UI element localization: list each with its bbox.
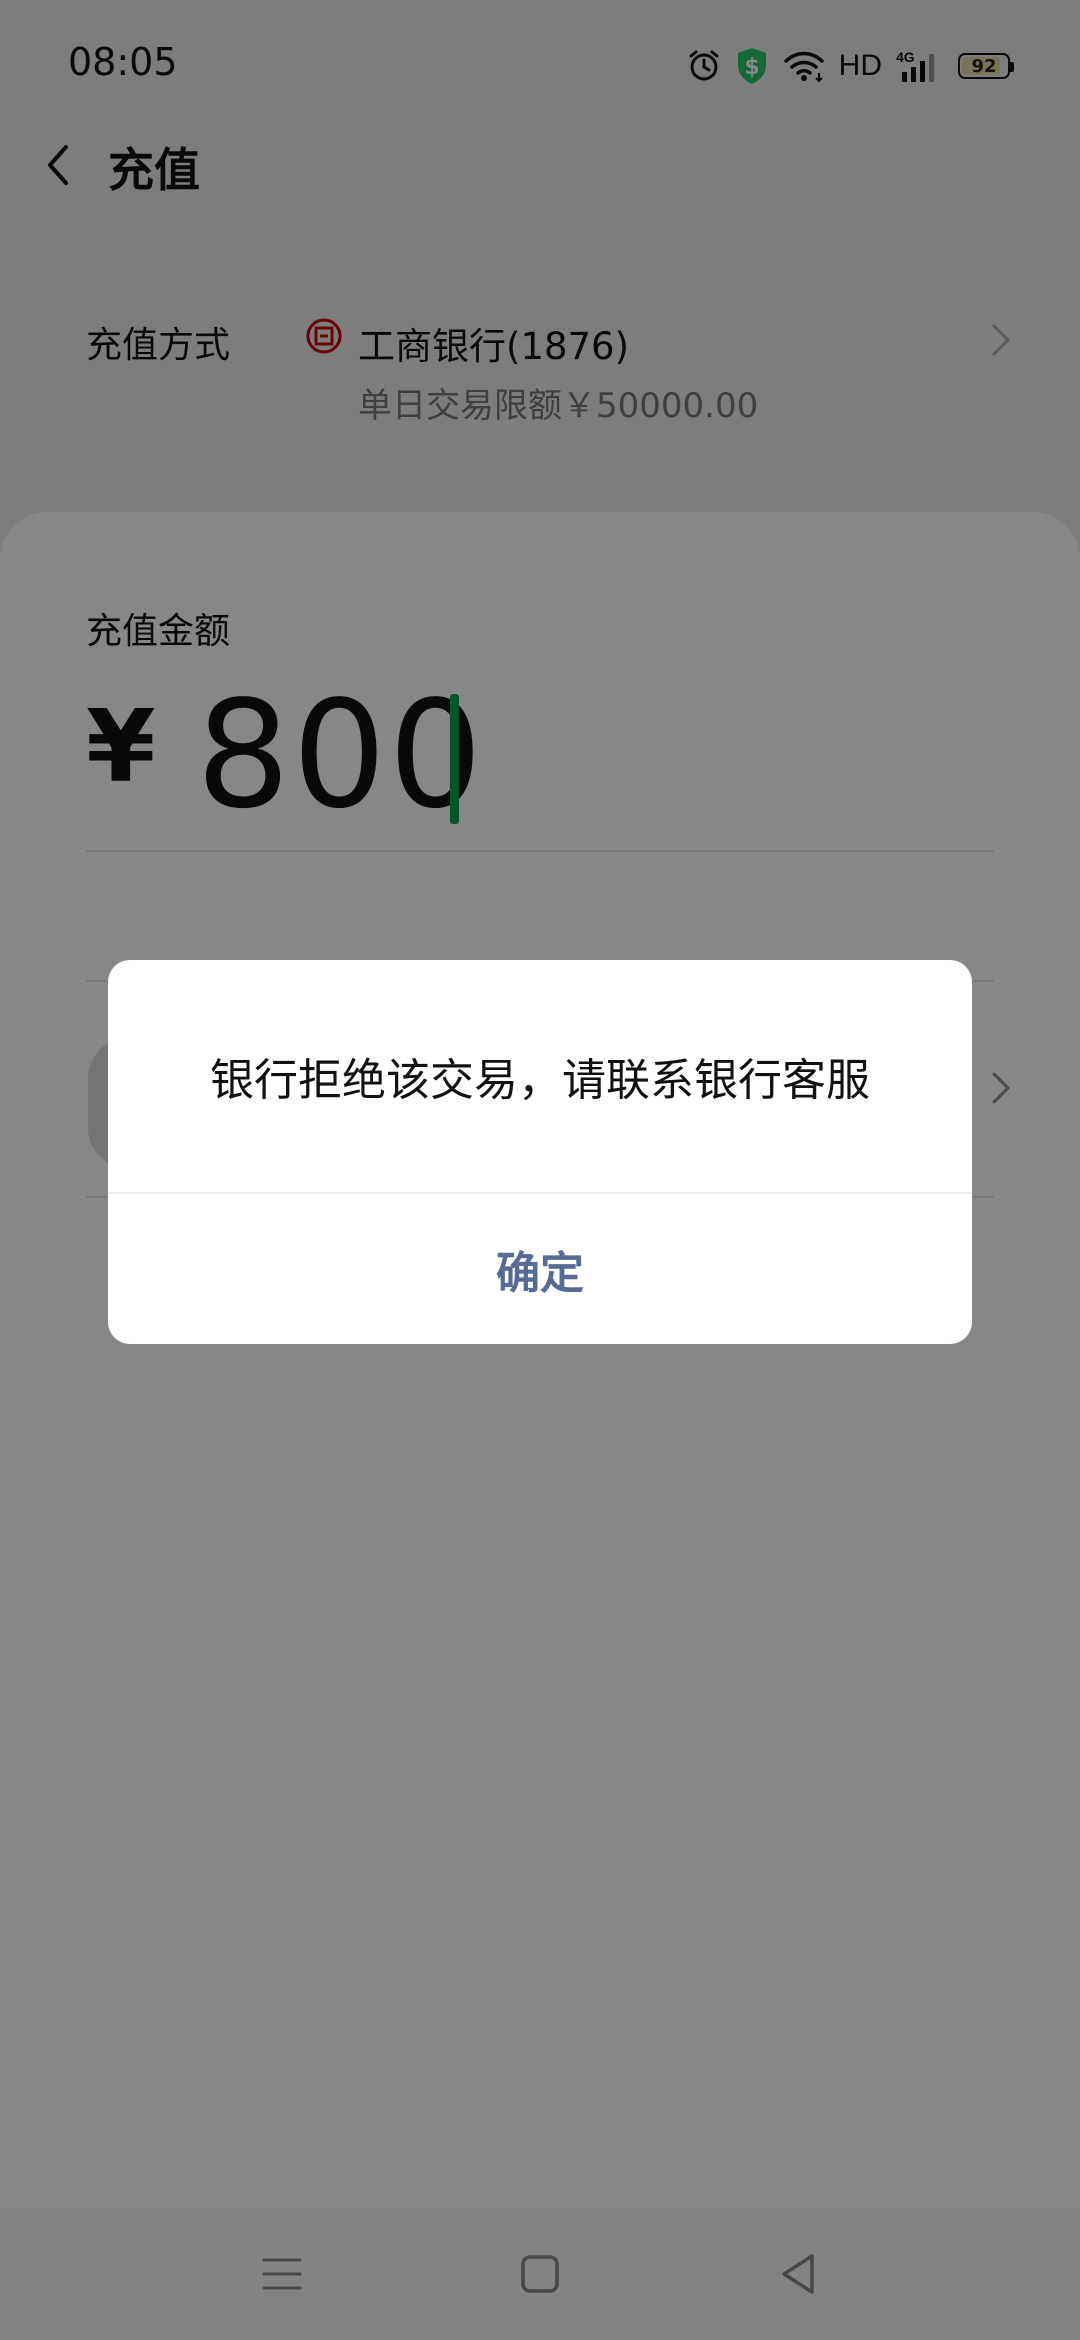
dialog-message: 银行拒绝该交易，请联系银行客服	[210, 1055, 870, 1106]
alert-dialog: 银行拒绝该交易，请联系银行客服 确定	[108, 960, 972, 1344]
battery-level: 92	[971, 55, 997, 77]
confirm-button[interactable]: 确定	[108, 1194, 972, 1344]
